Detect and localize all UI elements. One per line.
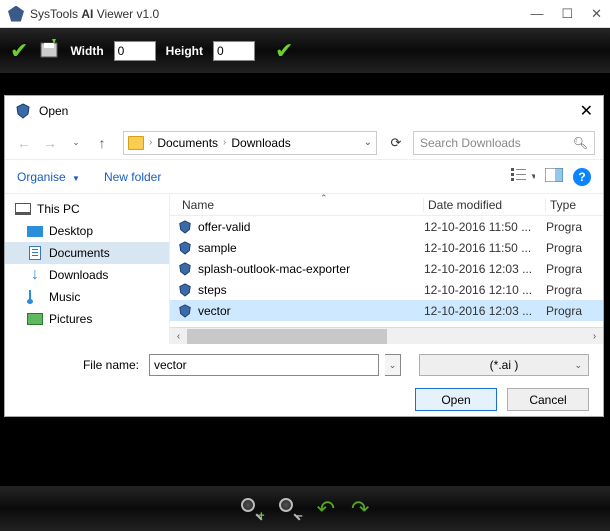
forward-button[interactable]: → bbox=[39, 132, 61, 154]
help-button[interactable]: ? bbox=[573, 168, 591, 186]
file-icon bbox=[178, 283, 192, 297]
crumb-documents[interactable]: Documents bbox=[157, 136, 218, 150]
refresh-button[interactable]: ⟳ bbox=[387, 135, 405, 151]
width-input[interactable] bbox=[114, 41, 156, 61]
filetype-select[interactable]: (*.ai )⌄ bbox=[419, 354, 589, 376]
scroll-left-icon[interactable]: ‹ bbox=[170, 331, 187, 342]
cancel-button[interactable]: Cancel bbox=[507, 388, 589, 411]
sort-indicator-icon: ⌃ bbox=[320, 194, 328, 204]
breadcrumb[interactable]: › Documents › Downloads ⌄ bbox=[123, 131, 377, 155]
rotate-left-button[interactable]: ↶ bbox=[317, 496, 335, 522]
maximize-button[interactable]: ☐ bbox=[561, 6, 573, 22]
column-headers: ⌃ Name Date modified Type bbox=[170, 194, 603, 216]
file-name: offer-valid bbox=[198, 220, 250, 234]
horizontal-scrollbar[interactable]: ‹ › bbox=[170, 327, 603, 344]
minimize-button[interactable]: — bbox=[530, 6, 543, 22]
file-name: vector bbox=[198, 304, 231, 318]
dialog-nav: ← → ⌄ ↑ › Documents › Downloads ⌄ ⟳ Sear… bbox=[5, 126, 603, 160]
height-label: Height bbox=[166, 44, 203, 58]
file-row[interactable]: splash-outlook-mac-exporter 12-10-2016 12… bbox=[170, 258, 603, 279]
file-list: ⌃ Name Date modified Type offer-valid 12-… bbox=[170, 194, 603, 344]
new-folder-button[interactable]: New folder bbox=[104, 170, 161, 184]
tree-music[interactable]: Music bbox=[5, 286, 169, 308]
tree-this-pc[interactable]: This PC bbox=[5, 198, 169, 220]
file-row[interactable]: offer-valid 12-10-2016 11:50 ...Progra bbox=[170, 216, 603, 237]
file-type: Progra bbox=[546, 304, 603, 318]
file-date: 12-10-2016 11:50 ... bbox=[424, 241, 546, 255]
dialog-icon bbox=[15, 103, 31, 119]
dialog-titlebar: Open ✕ bbox=[5, 96, 603, 126]
file-type: Progra bbox=[546, 283, 603, 297]
file-row[interactable]: sample 12-10-2016 11:50 ...Progra bbox=[170, 237, 603, 258]
file-date: 12-10-2016 12:03 ... bbox=[424, 304, 546, 318]
file-date: 12-10-2016 11:50 ... bbox=[424, 220, 546, 234]
file-type: Progra bbox=[546, 241, 603, 255]
height-input[interactable] bbox=[213, 41, 255, 61]
width-label: Width bbox=[70, 44, 103, 58]
up-button[interactable]: ↑ bbox=[91, 132, 113, 154]
rotate-right-button[interactable]: ↷ bbox=[351, 496, 369, 522]
recent-dropdown[interactable]: ⌄ bbox=[65, 132, 87, 154]
file-row[interactable]: vector 12-10-2016 12:03 ...Progra bbox=[170, 300, 603, 321]
back-button[interactable]: ← bbox=[13, 132, 35, 154]
app-name: AI bbox=[81, 7, 93, 21]
search-placeholder: Search Downloads bbox=[420, 136, 521, 150]
filename-history-dropdown[interactable]: ⌄ bbox=[385, 354, 401, 376]
file-icon bbox=[178, 220, 192, 234]
app-brand: SysTools bbox=[30, 7, 78, 21]
file-row[interactable]: steps 12-10-2016 12:10 ...Progra bbox=[170, 279, 603, 300]
title-bar: SysTools AI Viewer v1.0 — ☐ ✕ bbox=[0, 0, 610, 28]
col-date[interactable]: Date modified bbox=[424, 198, 546, 212]
close-button[interactable]: ✕ bbox=[591, 6, 602, 22]
dialog-close-button[interactable]: ✕ bbox=[580, 101, 593, 121]
file-icon bbox=[178, 304, 192, 318]
file-name: sample bbox=[198, 241, 237, 255]
open-file-icon[interactable]: ✔ bbox=[10, 38, 28, 64]
folder-icon bbox=[128, 136, 144, 150]
file-name: splash-outlook-mac-exporter bbox=[198, 262, 350, 276]
filename-label: File name: bbox=[19, 358, 139, 372]
tree-pictures[interactable]: Pictures bbox=[5, 308, 169, 330]
file-name: steps bbox=[198, 283, 227, 297]
zoom-out-button[interactable]: – bbox=[279, 498, 301, 520]
apply-icon[interactable]: ✔ bbox=[275, 38, 293, 64]
col-name[interactable]: Name bbox=[178, 198, 424, 212]
scroll-thumb[interactable] bbox=[187, 329, 387, 344]
search-icon: 🔍︎ bbox=[573, 136, 588, 150]
preview-pane-button[interactable] bbox=[545, 168, 563, 185]
zoom-in-button[interactable]: + bbox=[241, 498, 263, 520]
app-logo-icon bbox=[8, 6, 24, 22]
file-icon bbox=[178, 241, 192, 255]
open-dialog: Open ✕ ← → ⌄ ↑ › Documents › Downloads ⌄… bbox=[4, 95, 604, 417]
search-input[interactable]: Search Downloads 🔍︎ bbox=[413, 131, 595, 155]
tree-documents[interactable]: Documents bbox=[5, 242, 169, 264]
col-type[interactable]: Type bbox=[546, 198, 603, 212]
tree-desktop[interactable]: Desktop bbox=[5, 220, 169, 242]
dialog-toolbar: Organise ▼ New folder ▼ ? bbox=[5, 160, 603, 194]
open-button[interactable]: Open bbox=[415, 388, 497, 411]
file-date: 12-10-2016 12:10 ... bbox=[424, 283, 546, 297]
tree-downloads[interactable]: ↓Downloads bbox=[5, 264, 169, 286]
app-title: SysTools AI Viewer v1.0 bbox=[30, 7, 530, 21]
scroll-right-icon[interactable]: › bbox=[586, 331, 603, 342]
nav-tree: This PC Desktop Documents ↓Downloads Mus… bbox=[5, 194, 170, 344]
file-type: Progra bbox=[546, 262, 603, 276]
filename-input[interactable] bbox=[149, 354, 379, 376]
chevron-icon: › bbox=[149, 137, 152, 148]
organise-menu[interactable]: Organise ▼ bbox=[17, 170, 80, 184]
dialog-title: Open bbox=[39, 104, 580, 118]
file-icon bbox=[178, 262, 192, 276]
chevron-icon: › bbox=[223, 137, 226, 148]
save-icon[interactable] bbox=[38, 37, 60, 64]
path-dropdown-icon[interactable]: ⌄ bbox=[364, 137, 372, 148]
svg-text:▼: ▼ bbox=[530, 172, 535, 181]
file-type: Progra bbox=[546, 220, 603, 234]
crumb-downloads[interactable]: Downloads bbox=[231, 136, 290, 150]
view-mode-button[interactable]: ▼ bbox=[511, 167, 535, 186]
main-toolbar: ✔ Width Height ✔ bbox=[0, 28, 610, 73]
file-date: 12-10-2016 12:03 ... bbox=[424, 262, 546, 276]
app-version: Viewer v1.0 bbox=[97, 7, 159, 21]
bottom-toolbar: + – ↶ ↷ bbox=[0, 486, 610, 531]
